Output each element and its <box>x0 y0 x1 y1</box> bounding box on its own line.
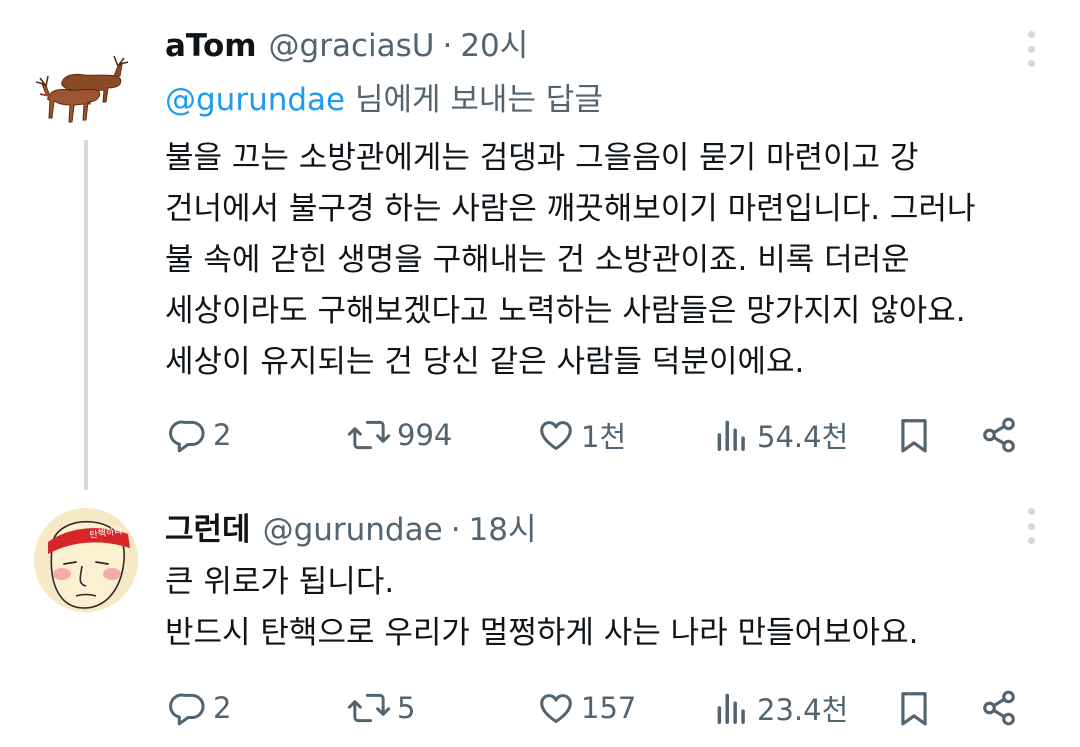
reply-count: 2 <box>213 691 232 725</box>
share-button[interactable] <box>980 410 1018 460</box>
display-name[interactable]: 그런데 <box>165 510 251 550</box>
user-handle[interactable]: @graciasU <box>269 26 435 66</box>
retweet-icon <box>347 420 391 450</box>
retweet-count: 5 <box>397 691 416 725</box>
tweet-text-line: 불 속에 갇힌 생명을 구해내는 건 소방관이죠. 비록 더러운 <box>165 242 910 278</box>
bookmark-button[interactable] <box>895 410 933 460</box>
thread-line <box>84 138 88 490</box>
deer-avatar-image <box>34 36 138 140</box>
user-handle[interactable]: @gurundae <box>263 510 443 550</box>
share-icon <box>983 417 1015 453</box>
like-button[interactable]: 157 <box>537 683 636 733</box>
avatar-atom[interactable] <box>34 36 138 140</box>
retweet-button[interactable]: 5 <box>347 683 415 733</box>
views-count: 23.4천 <box>757 693 849 727</box>
like-count: 157 <box>581 691 637 725</box>
share-icon <box>983 690 1015 726</box>
separator-dot: · <box>450 512 461 548</box>
bookmark-button[interactable] <box>895 683 933 733</box>
tweet-text-line: 큰 위로가 됩니다. <box>165 564 395 600</box>
tweet-time[interactable]: 20시 <box>460 26 528 66</box>
reply-button[interactable]: 2 <box>169 683 231 733</box>
bookmark-icon <box>901 419 927 453</box>
more-vertical-icon[interactable] <box>1026 31 1036 67</box>
tweet-text-line: 건너에서 불구경 하는 사람은 깨끗해보이기 마련입니다. 그러나 <box>165 191 976 227</box>
views-button[interactable]: 23.4천 <box>713 683 848 733</box>
reply-icon <box>169 420 205 453</box>
share-button[interactable] <box>980 683 1018 733</box>
views-button[interactable]: 54.4천 <box>713 410 848 460</box>
views-chart-icon <box>717 420 745 451</box>
tweet-text: 큰 위로가 됩니다. 반드시 탄핵으로 우리가 멀쩡하게 사는 나라 만들어보아… <box>165 557 1045 659</box>
retweet-count: 994 <box>397 418 453 452</box>
heart-icon <box>540 421 572 450</box>
views-count: 54.4천 <box>757 420 849 454</box>
more-vertical-icon[interactable] <box>1026 508 1036 544</box>
tweet-text-line: 불을 끄는 소방관에게는 검댕과 그을음이 묻기 마련이고 강 <box>165 140 919 176</box>
like-count: 1천 <box>581 420 627 454</box>
tweet-time[interactable]: 18시 <box>469 510 537 550</box>
action-bar: 2 5 157 23.4천 <box>165 683 1045 733</box>
views-chart-icon <box>717 693 745 724</box>
display-name[interactable]: aTom <box>165 26 257 66</box>
replying-to: @gurundae 님에게 보내는 답글 <box>165 80 603 120</box>
retweet-button[interactable]: 994 <box>347 410 452 460</box>
tweet-text-line: 세상이라도 구해보겠다고 노력하는 사람들은 망가지지 않아요. <box>165 293 966 329</box>
tweet-text-line: 세상이 유지되는 건 당신 같은 사람들 덕분이에요. <box>165 344 805 380</box>
reply-count: 2 <box>213 418 232 452</box>
separator-dot: · <box>442 28 453 64</box>
cartoon-face-avatar-image: 탄핵하라 <box>34 508 138 612</box>
heart-icon <box>540 694 572 723</box>
action-bar: 2 994 1천 54.4천 <box>165 410 1045 460</box>
tweet-atom[interactable]: aTom @graciasU · 20시 @gurundae 님에게 보내는 답… <box>0 0 1080 490</box>
reply-icon <box>169 693 205 726</box>
like-button[interactable]: 1천 <box>537 410 626 460</box>
tweet-gurundae[interactable]: 탄핵하라 그런데 @gurundae · 18시 큰 위로가 됩니다. 반드시 … <box>0 490 1080 747</box>
retweet-icon <box>347 693 391 723</box>
bookmark-icon <box>901 692 927 726</box>
tweet-header: 그런데 @gurundae · 18시 <box>165 510 537 550</box>
reply-suffix: 님에게 보내는 답글 <box>354 82 603 118</box>
avatar-gurundae[interactable]: 탄핵하라 <box>34 508 138 612</box>
reply-mention-link[interactable]: @gurundae <box>165 82 345 118</box>
tweet-text: 불을 끄는 소방관에게는 검댕과 그을음이 묻기 마련이고 강 건너에서 불구경… <box>165 133 1045 388</box>
tweet-text-line: 반드시 탄핵으로 우리가 멀쩡하게 사는 나라 만들어보아요. <box>165 615 919 651</box>
reply-button[interactable]: 2 <box>169 410 231 460</box>
tweet-header: aTom @graciasU · 20시 <box>165 26 528 66</box>
